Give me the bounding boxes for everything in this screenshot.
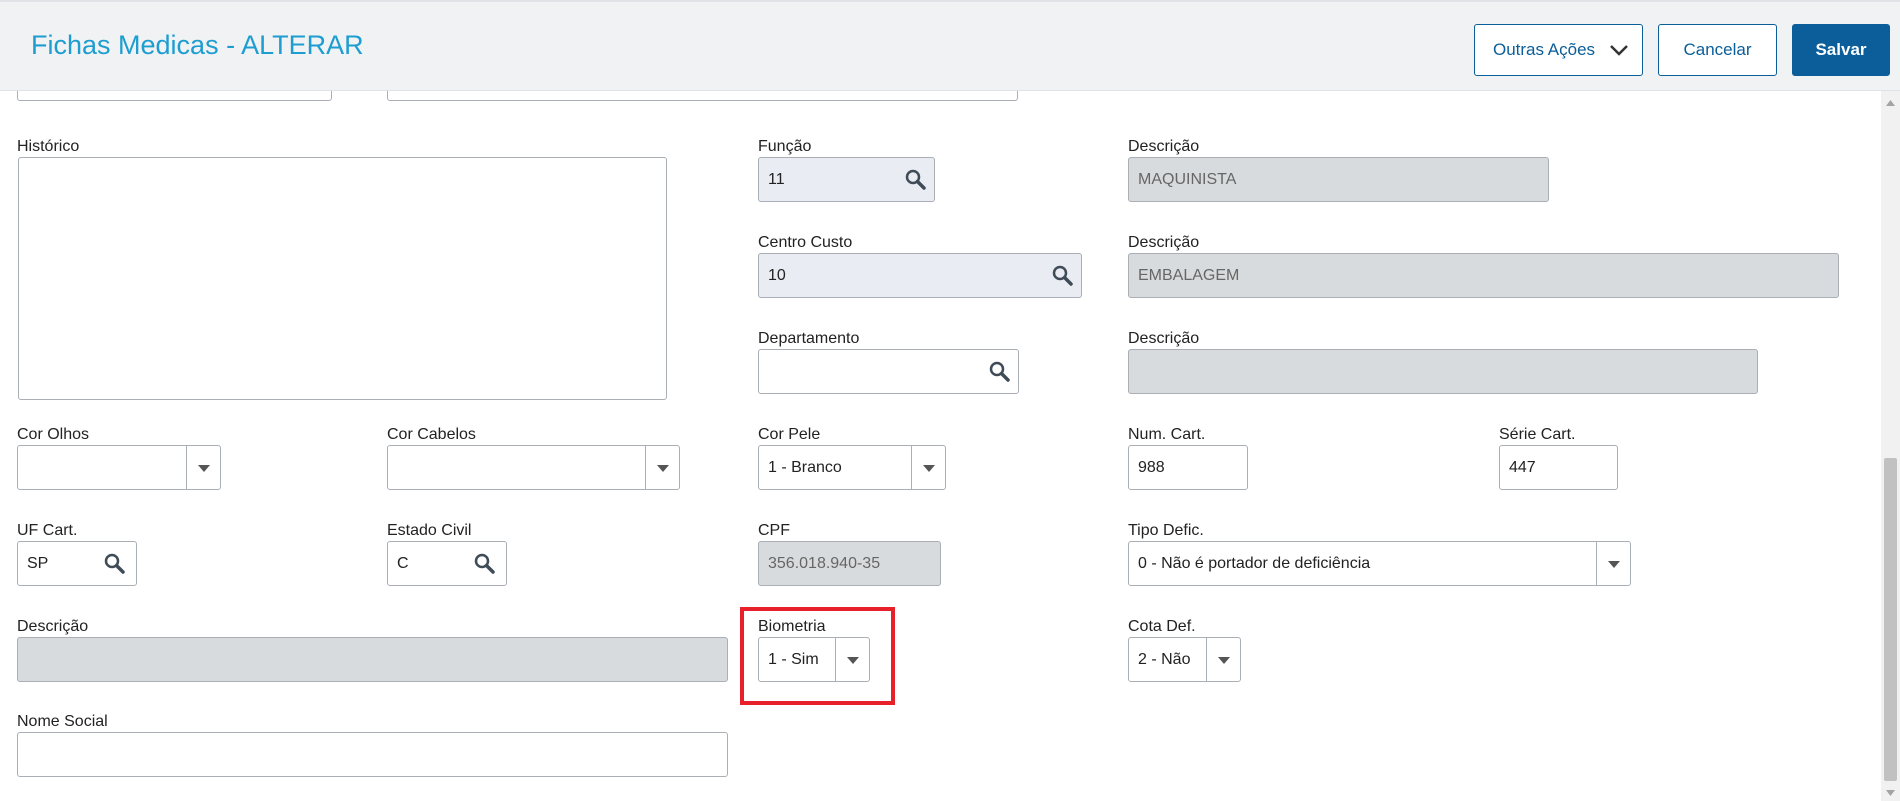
departamento-label: Departamento <box>758 330 860 347</box>
historico-textarea[interactable] <box>18 157 667 400</box>
dropdown-arrow-icon[interactable] <box>196 460 212 476</box>
serie-cart-label: Série Cart. <box>1499 426 1576 443</box>
centro-custo-descricao-field: EMBALAGEM <box>1128 253 1839 298</box>
cor-pele-select[interactable]: 1 - Branco <box>758 445 946 490</box>
tipo-defic-label: Tipo Defic. <box>1128 522 1204 539</box>
cota-def-select[interactable]: 2 - Não <box>1128 637 1241 682</box>
num-cart-label: Num. Cart. <box>1128 426 1206 443</box>
vertical-scrollbar[interactable] <box>1881 91 1900 801</box>
uf-cart-input[interactable]: SP <box>17 541 137 586</box>
cor-olhos-select[interactable] <box>17 445 221 490</box>
uf-cart-label: UF Cart. <box>17 522 78 539</box>
form-content: Histórico Função 11 Descrição MAQUINISTA… <box>0 91 1881 801</box>
select-separator <box>1596 542 1597 585</box>
departamento-input[interactable] <box>758 349 1019 394</box>
chevron-down-icon <box>1610 45 1628 56</box>
departamento-descricao-label: Descrição <box>1128 330 1200 347</box>
page-header: Fichas Medicas - ALTERAR Outras Ações Ca… <box>0 0 1900 91</box>
num-cart-input[interactable]: 988 <box>1128 445 1248 490</box>
previous-field-2[interactable] <box>387 91 1018 101</box>
cor-olhos-label: Cor Olhos <box>17 426 90 443</box>
funcao-input[interactable]: 11 <box>758 157 935 202</box>
serie-cart-input[interactable]: 447 <box>1499 445 1618 490</box>
search-icon[interactable] <box>103 552 127 576</box>
search-icon[interactable] <box>1051 264 1075 288</box>
select-separator <box>186 446 187 489</box>
dropdown-arrow-icon[interactable] <box>655 460 671 476</box>
dropdown-arrow-icon[interactable] <box>1216 652 1232 668</box>
dropdown-arrow-icon[interactable] <box>921 460 937 476</box>
dropdown-arrow-icon[interactable] <box>1606 556 1622 572</box>
cancel-button[interactable]: Cancelar <box>1658 24 1777 76</box>
estado-civil-input[interactable]: C <box>387 541 507 586</box>
search-icon[interactable] <box>988 360 1012 384</box>
cota-def-label: Cota Def. <box>1128 618 1196 635</box>
save-button[interactable]: Salvar <box>1792 24 1890 76</box>
scroll-up-icon[interactable] <box>1886 100 1895 106</box>
descricao-label: Descrição <box>17 618 89 635</box>
centro-custo-descricao-label: Descrição <box>1128 234 1200 251</box>
select-separator <box>911 446 912 489</box>
cpf-label: CPF <box>758 522 790 539</box>
other-actions-button[interactable]: Outras Ações <box>1474 24 1643 76</box>
descricao-field <box>17 637 728 682</box>
cor-cabelos-label: Cor Cabelos <box>387 426 476 443</box>
nome-social-input[interactable] <box>17 732 728 777</box>
select-separator <box>1206 638 1207 681</box>
cpf-field: 356.018.940-35 <box>758 541 941 586</box>
centro-custo-label: Centro Custo <box>758 234 853 251</box>
funcao-descricao-label: Descrição <box>1128 138 1200 155</box>
scroll-down-icon[interactable] <box>1886 790 1895 796</box>
funcao-label: Função <box>758 138 812 155</box>
scrollbar-thumb[interactable] <box>1884 458 1897 781</box>
select-separator <box>645 446 646 489</box>
nome-social-label: Nome Social <box>17 713 108 730</box>
funcao-descricao-field: MAQUINISTA <box>1128 157 1549 202</box>
other-actions-label: Outras Ações <box>1493 40 1596 59</box>
departamento-descricao-field <box>1128 349 1758 394</box>
estado-civil-label: Estado Civil <box>387 522 472 539</box>
centro-custo-input[interactable]: 10 <box>758 253 1082 298</box>
search-icon[interactable] <box>473 552 497 576</box>
previous-field-1[interactable] <box>17 91 332 101</box>
search-icon[interactable] <box>904 168 928 192</box>
cor-cabelos-select[interactable] <box>387 445 680 490</box>
tipo-defic-select[interactable]: 0 - Não é portador de deficiência <box>1128 541 1631 586</box>
historico-label: Histórico <box>17 138 80 155</box>
biometria-highlight-box <box>740 607 895 705</box>
page-title: Fichas Medicas - ALTERAR <box>31 30 364 60</box>
cor-pele-label: Cor Pele <box>758 426 821 443</box>
